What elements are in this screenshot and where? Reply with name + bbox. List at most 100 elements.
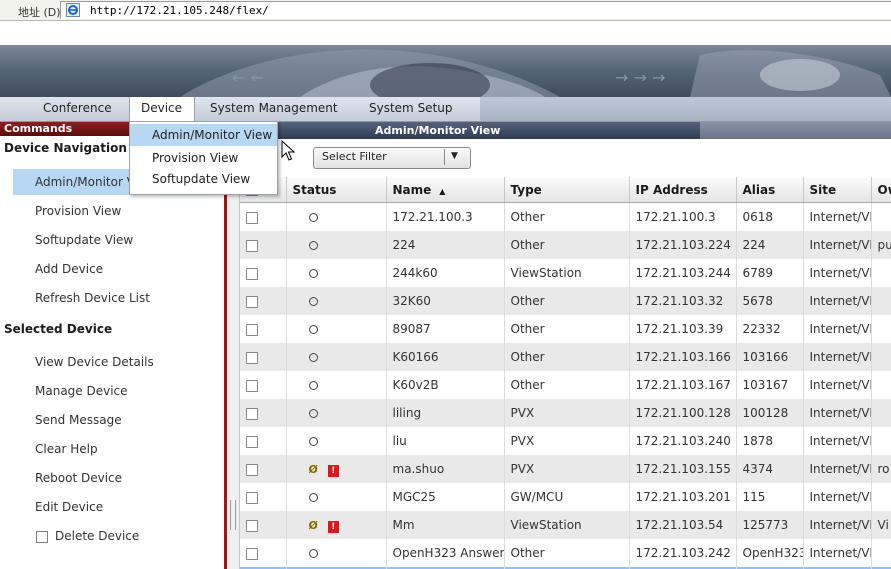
row-checkbox[interactable]	[246, 239, 258, 252]
dropdown-item-softupdate-view[interactable]: Softupdate View	[130, 168, 277, 190]
row-select-cell[interactable]	[240, 371, 287, 399]
cell-owner	[871, 259, 891, 287]
cell-alias: 1878	[736, 427, 804, 455]
cell-type: ViewStation	[504, 259, 630, 287]
row-select-cell[interactable]	[240, 399, 287, 427]
cell-site: Internet/VPN	[803, 231, 872, 259]
alert-icon[interactable]: !	[327, 520, 339, 533]
row-select-cell[interactable]	[240, 231, 287, 259]
nav-edit-device[interactable]: Edit Device	[0, 494, 224, 520]
table-row[interactable]: lilingPVX172.21.100.128100128Internet/VP…	[240, 399, 891, 427]
table-row[interactable]: liuPVX172.21.103.2401878Internet/VPN	[240, 427, 891, 455]
nav-provision-view[interactable]: Provision View	[0, 198, 224, 224]
nav-view-device-details[interactable]: View Device Details	[0, 349, 224, 375]
cell-name: 244k60	[386, 259, 505, 287]
row-checkbox[interactable]	[246, 323, 258, 336]
cell-ip: 172.21.103.244	[629, 259, 737, 287]
cell-alias: OpenH323	[736, 539, 804, 567]
header-alias[interactable]: Alias	[736, 177, 804, 203]
nav-delete-device[interactable]: Delete Device	[0, 523, 224, 549]
status-cell	[286, 427, 387, 455]
menu-device[interactable]: Device	[141, 101, 182, 115]
nav-reboot-device[interactable]: Reboot Device	[0, 465, 224, 491]
row-select-cell[interactable]	[240, 483, 287, 511]
row-checkbox[interactable]	[246, 351, 258, 364]
cell-owner: pu	[871, 231, 891, 259]
row-select-cell[interactable]	[240, 315, 287, 343]
header-status[interactable]: Status	[286, 177, 387, 203]
table-row[interactable]: Ø! ma.shuo PVX 172.21.103.155 4374 Internet/V…	[240, 455, 891, 483]
table-row[interactable]: 224Other172.21.103.224224Internet/VPNpu	[240, 231, 891, 259]
menu-bar-end	[480, 97, 891, 121]
row-checkbox[interactable]	[246, 407, 258, 420]
cell-type: PVX	[504, 427, 630, 455]
nav-manage-device[interactable]: Manage Device	[0, 378, 224, 404]
cell-alias: 0618	[736, 202, 804, 231]
header-ip-address[interactable]: IP Address	[629, 177, 737, 203]
view-header-tab	[700, 122, 891, 139]
table-row[interactable]: OpenH323 AnsweringOther172.21.103.242Ope…	[240, 539, 891, 567]
cell-name: K60166	[386, 343, 505, 371]
table-row[interactable]: Ø! Mm ViewStation 172.21.103.54 125773 Intern…	[240, 511, 891, 539]
row-select-cell[interactable]	[240, 427, 287, 455]
header-owner[interactable]: Owner	[871, 177, 891, 203]
dropdown-item-admin-monitor-view[interactable]: Admin/Monitor View	[130, 124, 277, 146]
table-row[interactable]: 32K60Other172.21.103.325678Internet/VPN	[240, 287, 891, 315]
row-select-cell[interactable]	[240, 259, 287, 287]
table-row[interactable]: 244k60 ViewStation 172.21.103.244 6789 Inter…	[240, 259, 891, 287]
cell-alias: 100128	[736, 399, 804, 427]
row-select-cell[interactable]	[240, 343, 287, 371]
dropdown-arrow-icon[interactable]: ▼	[451, 151, 458, 161]
cell-owner: ro	[871, 455, 891, 483]
table-row[interactable]: MGC25GW/MCU172.21.103.201115Internet/VPN	[240, 483, 891, 511]
row-checkbox[interactable]	[246, 267, 258, 280]
status-ok-icon	[308, 549, 318, 558]
row-select-cell[interactable]	[240, 287, 287, 315]
nav-send-message[interactable]: Send Message	[0, 407, 224, 433]
table-row[interactable]: K60v2B Other 172.21.103.167 103167 Internet/…	[240, 371, 891, 399]
status-cell	[286, 343, 387, 371]
nav-add-device[interactable]: Add Device	[0, 256, 224, 282]
row-select-cell[interactable]	[240, 511, 287, 539]
row-checkbox[interactable]	[246, 463, 258, 476]
cell-ip: 172.21.103.201	[629, 483, 737, 511]
row-checkbox[interactable]	[246, 547, 258, 560]
header-site[interactable]: Site	[803, 177, 872, 203]
row-select-cell[interactable]	[240, 455, 287, 483]
row-select-cell[interactable]	[240, 539, 287, 567]
row-checkbox[interactable]	[246, 519, 258, 532]
cell-owner	[871, 371, 891, 399]
row-select-cell[interactable]	[240, 202, 287, 231]
row-checkbox[interactable]	[246, 211, 258, 224]
cell-type: PVX	[504, 399, 630, 427]
menu-conference[interactable]: Conference	[43, 101, 112, 115]
cell-alias: 6789	[736, 259, 804, 287]
row-checkbox[interactable]	[246, 435, 258, 448]
device-menu-dropdown: Admin/Monitor View Provision View Softup…	[129, 121, 278, 195]
table-row[interactable]: 172.21.100.3 Other 172.21.100.3 0618 Interne…	[240, 202, 891, 231]
header-type[interactable]: Type	[504, 177, 630, 203]
nav-clear-help[interactable]: Clear Help	[0, 436, 224, 462]
alert-icon[interactable]: !	[327, 464, 339, 477]
nav-softupdate-view[interactable]: Softupdate View	[0, 227, 224, 253]
cell-name: liu	[386, 427, 505, 455]
cell-name: Mm	[386, 511, 505, 539]
status-cell	[286, 259, 387, 287]
table-row[interactable]: K60166 Other 172.21.103.166 103166 Internet/…	[240, 343, 891, 371]
row-checkbox[interactable]	[246, 295, 258, 308]
row-checkbox[interactable]	[246, 379, 258, 392]
splitter-grip-icon[interactable]	[230, 500, 236, 530]
header-name[interactable]: Name ▲	[386, 177, 505, 203]
delete-device-checkbox[interactable]	[36, 531, 48, 543]
menu-system-management[interactable]: System Management	[210, 101, 338, 115]
cell-type: Other	[504, 231, 630, 259]
dropdown-item-provision-view[interactable]: Provision View	[130, 147, 277, 169]
table-row[interactable]: 89087Other172.21.103.3922332Internet/VPN	[240, 315, 891, 343]
status-warning-icon: Ø	[308, 518, 318, 532]
menu-system-setup[interactable]: System Setup	[369, 101, 453, 115]
cell-name: 224	[386, 231, 505, 259]
nav-refresh-device-list[interactable]: Refresh Device List	[0, 285, 224, 311]
row-checkbox[interactable]	[246, 491, 258, 504]
cell-name: 89087	[386, 315, 505, 343]
cell-site: Internet/VPN	[803, 371, 872, 399]
